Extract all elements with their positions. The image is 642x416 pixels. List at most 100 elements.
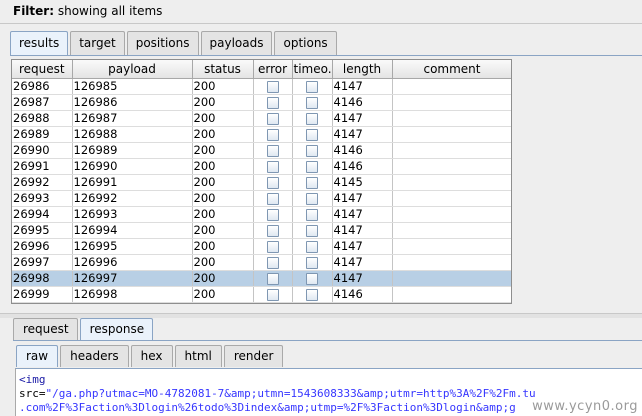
column-header-payload[interactable]: payload	[72, 60, 193, 79]
comment-cell	[392, 142, 511, 159]
error-checkbox-box[interactable]	[266, 192, 279, 205]
table-row[interactable]: 26990 126989 200 4146	[12, 142, 511, 159]
timeout-checkbox-box[interactable]	[306, 160, 318, 173]
tab-raw[interactable]: raw	[16, 345, 59, 367]
payload-cell: 126996	[72, 254, 193, 271]
tab-options[interactable]: options	[274, 31, 337, 55]
view-tabs: raw headers hex html render	[16, 345, 285, 367]
table-row[interactable]: 26994 126993 200 4147	[12, 206, 511, 223]
timeout-checkbox-box[interactable]	[306, 128, 318, 141]
length-cell: 4147	[332, 222, 393, 239]
error-checkbox-box[interactable]	[266, 256, 279, 269]
timeout-checkbox-box[interactable]	[306, 80, 318, 93]
table-row[interactable]: 26996 126995 200 4147	[12, 238, 511, 255]
error-checkbox-box[interactable]	[266, 80, 279, 93]
message-tabs: request response	[13, 318, 155, 340]
tab-target[interactable]: target	[70, 31, 125, 55]
table-row[interactable]: 26988 126987 200 4147	[12, 110, 511, 127]
timeout-checkbox-box[interactable]	[306, 96, 318, 109]
error-checkbox-box[interactable]	[266, 224, 279, 237]
error-checkbox-box[interactable]	[266, 240, 279, 253]
error-checkbox	[253, 206, 293, 223]
request-cell: 26990	[12, 142, 73, 159]
tab-payloads[interactable]: payloads	[200, 31, 273, 55]
error-checkbox-box[interactable]	[266, 272, 279, 285]
timeout-checkbox-box[interactable]	[306, 240, 318, 253]
request-cell: 26999	[12, 286, 73, 303]
tab-results[interactable]: results	[10, 31, 69, 56]
tab-hex[interactable]: hex	[130, 345, 173, 367]
column-header-comment[interactable]: comment	[392, 60, 511, 79]
tab-headers[interactable]: headers	[60, 345, 129, 367]
status-cell: 200	[192, 78, 254, 95]
status-cell: 200	[192, 254, 254, 271]
error-checkbox-box[interactable]	[266, 288, 279, 301]
payload-cell: 126986	[72, 94, 193, 111]
timeout-checkbox-box[interactable]	[306, 144, 318, 157]
table-row[interactable]: 26995 126994 200 4147	[12, 222, 511, 239]
timeout-checkbox-box[interactable]	[306, 272, 318, 285]
response-panel: raw headers hex html render <img src="/g…	[13, 340, 642, 416]
tab-render[interactable]: render	[223, 345, 284, 367]
error-checkbox	[253, 270, 293, 287]
table-row[interactable]: 26993 126992 200 4147	[12, 190, 511, 207]
column-header-request[interactable]: request	[12, 60, 73, 79]
length-cell: 4147	[332, 110, 393, 127]
table-row[interactable]: 26998 126997 200 4147	[12, 270, 511, 287]
error-checkbox	[253, 78, 293, 95]
tab-positions[interactable]: positions	[126, 31, 199, 55]
table-row[interactable]: 26992 126991 200 4145	[12, 174, 511, 191]
timeout-checkbox	[292, 142, 333, 159]
payload-cell: 126987	[72, 110, 193, 127]
error-checkbox	[253, 94, 293, 111]
watermark: www.ycyn0.org	[532, 399, 638, 414]
timeout-checkbox-box[interactable]	[306, 192, 318, 205]
length-cell: 4147	[332, 206, 393, 223]
table-row[interactable]: 26987 126986 200 4146	[12, 94, 511, 111]
column-header-status[interactable]: status	[192, 60, 254, 79]
table-row[interactable]: 26986 126985 200 4147	[12, 78, 511, 95]
timeout-checkbox-box[interactable]	[306, 208, 318, 221]
filter-bar[interactable]: Filter: showing all items	[0, 0, 642, 24]
error-checkbox	[253, 174, 293, 191]
timeout-checkbox-box[interactable]	[306, 256, 318, 269]
payload-cell: 126989	[72, 142, 193, 159]
timeout-checkbox	[292, 222, 333, 239]
error-checkbox-box[interactable]	[266, 144, 279, 157]
comment-cell	[392, 78, 511, 95]
table-row[interactable]: 26999 126998 200 4146	[12, 286, 511, 303]
status-cell: 200	[192, 190, 254, 207]
length-cell: 4145	[332, 174, 393, 191]
error-checkbox-box[interactable]	[266, 160, 279, 173]
column-header-length[interactable]: length	[332, 60, 393, 79]
payload-cell: 126985	[72, 78, 193, 95]
column-header-error[interactable]: error	[253, 60, 293, 79]
timeout-checkbox-box[interactable]	[306, 288, 318, 301]
error-checkbox-box[interactable]	[266, 208, 279, 221]
table-row[interactable]: 26989 126988 200 4147	[12, 126, 511, 143]
timeout-checkbox	[292, 110, 333, 127]
timeout-checkbox-box[interactable]	[306, 112, 318, 125]
column-header-timeout[interactable]: timeo...	[292, 60, 333, 79]
request-cell: 26992	[12, 174, 73, 191]
tab-response[interactable]: response	[79, 318, 154, 340]
raw-line-2-value: "/ga.php?utmac=MO-4782081-7&amp;utmn=154…	[45, 387, 536, 400]
results-table[interactable]: request payload status error timeo... le…	[11, 59, 512, 304]
error-checkbox-box[interactable]	[266, 112, 279, 125]
status-cell: 200	[192, 158, 254, 175]
payload-cell: 126998	[72, 286, 193, 303]
error-checkbox-box[interactable]	[266, 96, 279, 109]
comment-cell	[392, 94, 511, 111]
table-row[interactable]: 26997 126996 200 4147	[12, 254, 511, 271]
status-cell: 200	[192, 142, 254, 159]
comment-cell	[392, 174, 511, 191]
tab-request[interactable]: request	[13, 318, 78, 340]
error-checkbox-box[interactable]	[266, 176, 279, 189]
table-row[interactable]: 26991 126990 200 4146	[12, 158, 511, 175]
timeout-checkbox-box[interactable]	[306, 224, 318, 237]
payload-cell: 126991	[72, 174, 193, 191]
payload-cell: 126988	[72, 126, 193, 143]
error-checkbox-box[interactable]	[266, 128, 279, 141]
timeout-checkbox-box[interactable]	[306, 176, 318, 189]
tab-html[interactable]: html	[174, 345, 222, 367]
